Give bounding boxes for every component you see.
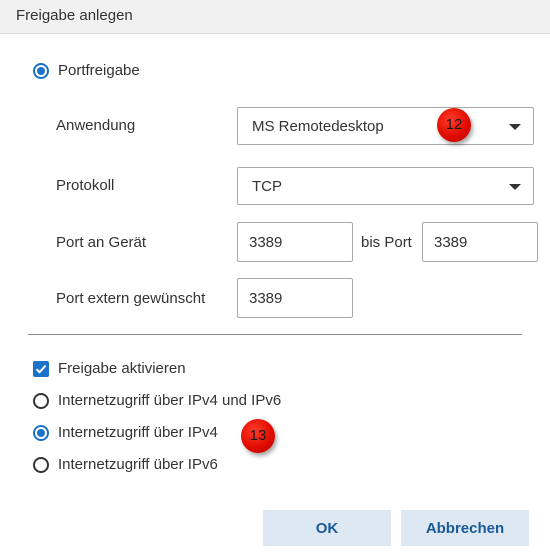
- access-ipv4-ipv6-label: Internetzugriff über IPv4 und IPv6: [58, 392, 282, 409]
- annotation-badge-12: 12: [437, 108, 471, 142]
- protocol-select[interactable]: TCP: [237, 167, 534, 205]
- port-external-input[interactable]: [237, 278, 353, 318]
- port-device-label: Port an Gerät: [56, 234, 147, 251]
- protocol-label: Protokoll: [56, 177, 115, 194]
- annotation-badge-13: 13: [241, 419, 275, 453]
- application-value: MS Remotedesktop: [252, 118, 384, 135]
- protocol-value: TCP: [252, 178, 282, 195]
- dialog-title: Freigabe anlegen: [16, 7, 133, 24]
- port-device-to-input[interactable]: [422, 222, 538, 262]
- chevron-down-icon: [509, 184, 521, 190]
- access-ipv4-label: Internetzugriff über IPv4: [58, 424, 218, 441]
- application-select[interactable]: MS Remotedesktop: [237, 107, 534, 145]
- checkmark-icon: [35, 364, 47, 374]
- dialog-titlebar: Freigabe anlegen: [0, 0, 550, 34]
- divider: [28, 334, 522, 335]
- ok-button[interactable]: OK: [263, 510, 391, 546]
- application-label: Anwendung: [56, 117, 136, 134]
- access-ipv4-radio[interactable]: [33, 425, 49, 441]
- access-ipv6-radio[interactable]: [33, 457, 49, 473]
- cancel-button[interactable]: Abbrechen: [401, 510, 529, 546]
- chevron-down-icon: [509, 124, 521, 130]
- port-device-from-input[interactable]: [237, 222, 353, 262]
- enable-share-label: Freigabe aktivieren: [58, 360, 186, 377]
- access-ipv4-ipv6-radio[interactable]: [33, 393, 49, 409]
- portfreigabe-radio[interactable]: [33, 63, 49, 79]
- port-external-label: Port extern gewünscht: [56, 290, 206, 307]
- access-ipv6-label: Internetzugriff über IPv6: [58, 456, 218, 473]
- to-port-label: bis Port: [361, 234, 412, 251]
- portfreigabe-label: Portfreigabe: [58, 62, 140, 79]
- enable-share-checkbox[interactable]: [33, 361, 49, 377]
